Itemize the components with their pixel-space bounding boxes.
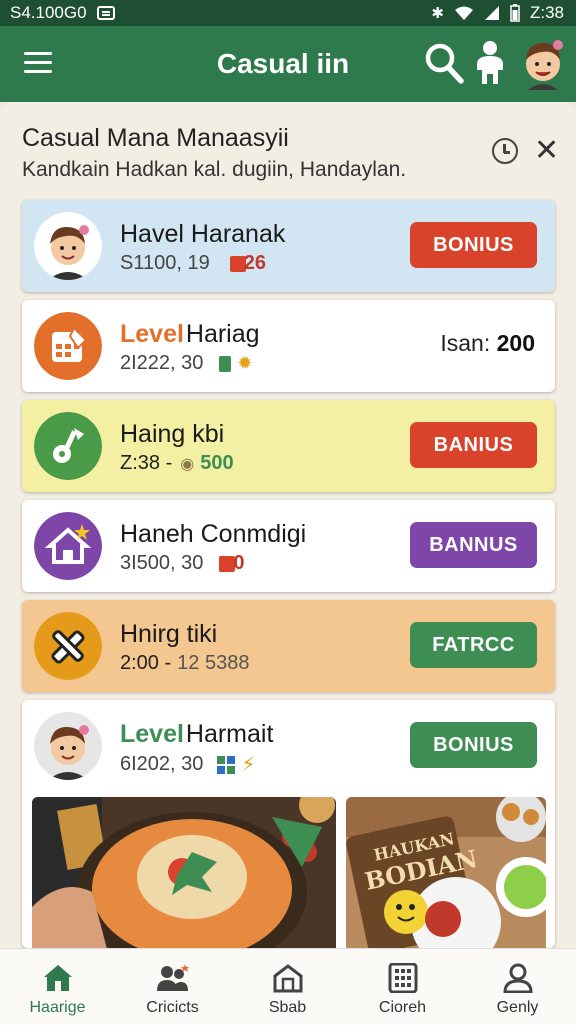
status-time-right: Z:38 [529, 3, 564, 22]
bonus-button[interactable]: BANIUS [410, 422, 537, 468]
card-title: Level Harmait [120, 720, 274, 748]
bonus-button[interactable]: BANNUS [410, 522, 537, 568]
profile-icon [503, 963, 533, 993]
clock-icon[interactable] [492, 138, 518, 164]
avatar [34, 712, 102, 780]
nav-home[interactable]: Haarige [0, 949, 115, 1025]
feature-button[interactable]: FATRCC [410, 622, 537, 668]
battery-icon [510, 4, 520, 22]
grid-icon [388, 963, 418, 993]
wifi-icon [454, 6, 473, 20]
card-badge: 500 [200, 452, 234, 474]
windows-icon [217, 755, 236, 774]
card-badge: 0 [233, 552, 245, 574]
list-item[interactable]: Level Hariag 2I222, 30 ✹ Isan: 200 [22, 300, 555, 392]
card-meta: 2I222, 30 ✹ [120, 352, 253, 374]
card-title: Level Hariag [120, 320, 260, 348]
card-stat: Isan: 200 [440, 330, 535, 356]
card-title: Haneh Conmdigi [120, 520, 307, 548]
people-icon [157, 964, 189, 991]
nav-grid[interactable]: Cioreh [345, 949, 460, 1025]
list-item[interactable]: Hnirg tiki 2:00 - 12 5388 FATRCC [22, 600, 555, 692]
calculator-icon [34, 312, 102, 380]
signal-icon [484, 6, 499, 20]
message-icon [96, 6, 115, 20]
card-title: Hnirg tiki [120, 620, 218, 648]
tools-icon [34, 612, 102, 680]
nav-people[interactable]: Cricicts [115, 949, 230, 1025]
search-icon[interactable] [424, 42, 464, 84]
list-item[interactable]: Haing kbi Z:38 - ◉ 500 BANIUS [22, 400, 555, 492]
card-meta: S1100, 19 26 [120, 252, 266, 274]
nav-store[interactable]: Sbab [230, 949, 345, 1025]
card-meta: Z:38 - ◉ 500 [120, 452, 234, 474]
bottom-nav: Haarige Cricicts Sbab Cioreh Genly [0, 948, 576, 1025]
music-icon [34, 412, 102, 480]
status-bar: S4.100G0 ✱ Z:38 [0, 0, 576, 26]
store-icon [273, 964, 303, 993]
list-item[interactable]: Haneh Conmdigi 3I500, 30 0 BANNUS [22, 500, 555, 592]
user-avatar[interactable] [518, 36, 568, 90]
home-icon [44, 965, 72, 991]
bolt-icon: ⚡ [241, 754, 256, 776]
card-title: Haing kbi [120, 420, 225, 448]
drink-icon [219, 355, 232, 372]
sheet-subtitle: Kandkain Hadkan kal. dugiin, Handaylan. [22, 158, 407, 181]
bonus-button[interactable]: BONIUS [410, 722, 537, 768]
close-icon[interactable]: ✕ [534, 136, 559, 166]
avatar [34, 212, 102, 280]
card-meta: 2:00 - 12 5388 [120, 652, 250, 674]
food-photo[interactable] [32, 797, 336, 948]
bonus-button[interactable]: BONIUS [410, 222, 537, 268]
house-icon [34, 512, 102, 580]
list-item[interactable]: Havel Haranak S1100, 19 26 BONIUS [22, 200, 555, 292]
person-icon[interactable] [472, 40, 508, 84]
card-badge: 12 5388 [177, 652, 250, 674]
bluetooth-icon: ✱ [431, 5, 444, 22]
card-meta: 6I202, 30 ⚡ [120, 753, 256, 776]
app-bar: Casual iin [0, 26, 576, 102]
sun-icon: ✹ [237, 353, 253, 373]
card-badge: 26 [243, 252, 266, 274]
status-time: S4.100G0 [10, 3, 87, 22]
card-meta: 3I500, 30 0 [120, 552, 245, 574]
card-title: Havel Haranak [120, 220, 286, 248]
coin-icon: ◉ [180, 455, 195, 473]
content-sheet: Casual Mana Manaasyii Kandkain Hadkan ka… [0, 102, 576, 948]
nav-profile[interactable]: Genly [460, 949, 575, 1025]
sheet-title: Casual Mana Manaasyii [22, 124, 289, 152]
